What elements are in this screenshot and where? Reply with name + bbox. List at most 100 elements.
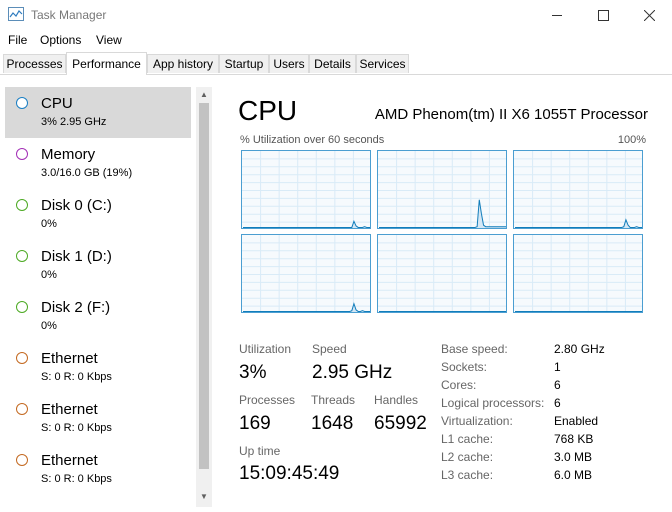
sidebar-item-title: Ethernet	[41, 401, 98, 418]
tab-startup[interactable]: Startup	[219, 54, 269, 73]
sidebar-item-subtitle: 0%	[41, 218, 57, 230]
handles-value: 65992	[374, 413, 427, 434]
resource-sidebar: CPU 3% 2.95 GHz Memory 3.0/16.0 GB (19%)…	[0, 85, 212, 512]
window-title: Task Manager	[31, 8, 107, 22]
ethernet-indicator-icon	[16, 352, 28, 364]
cpu-core-graph	[513, 150, 643, 229]
spec-value: 1	[554, 360, 561, 374]
tab-performance[interactable]: Performance	[66, 52, 147, 75]
cpu-core-graph	[377, 150, 507, 229]
tab-details[interactable]: Details	[309, 54, 356, 73]
handles-label: Handles	[374, 393, 419, 407]
threads-label: Threads	[311, 393, 356, 407]
utilization-line	[243, 302, 370, 312]
spec-label: Sockets:	[441, 360, 488, 374]
spec-value: 6.0 MB	[554, 468, 593, 482]
sidebar-item-subtitle: 3.0/16.0 GB (19%)	[41, 167, 133, 179]
disk-indicator-icon	[16, 199, 28, 211]
disk-indicator-icon	[16, 250, 28, 262]
ethernet-indicator-icon	[16, 454, 28, 466]
sidebar-item-subtitle: 0%	[41, 320, 57, 332]
utilization-line	[515, 218, 642, 228]
threads-value: 1648	[311, 413, 354, 434]
graph-canvas	[514, 151, 642, 228]
spec-label: Cores:	[441, 378, 477, 392]
processes-value: 169	[239, 413, 271, 434]
sidebar-item-subtitle: S: 0 R: 0 Kbps	[41, 422, 112, 434]
sidebar-item-memory[interactable]: Memory 3.0/16.0 GB (19%)	[5, 138, 191, 189]
spec-label: L2 cache:	[441, 450, 494, 464]
tab-bar: Processes Performance App history Startu…	[0, 52, 672, 75]
maximize-button[interactable]	[580, 0, 626, 30]
sidebar-item-subtitle: 0%	[41, 269, 57, 281]
cpu-core-graph	[241, 234, 371, 313]
spec-value: 3.0 MB	[554, 450, 593, 464]
sidebar-item-subtitle: S: 0 R: 0 Kbps	[41, 371, 112, 383]
sidebar-item-subtitle: S: 0 R: 0 Kbps	[41, 473, 112, 485]
spec-label: Logical processors:	[441, 396, 545, 410]
scroll-thumb[interactable]	[199, 103, 209, 469]
sidebar-item-title: Disk 1 (D:)	[41, 248, 112, 265]
spec-value: 6	[554, 378, 561, 392]
sidebar-item-title: Ethernet	[41, 452, 98, 469]
menu-options[interactable]: Options	[40, 33, 81, 47]
cpu-core-graph	[377, 234, 507, 313]
menu-file[interactable]: File	[8, 33, 27, 47]
sidebar-item-title: CPU	[41, 95, 73, 112]
spec-value: 768 KB	[554, 432, 594, 446]
sidebar-item-title: Disk 2 (F:)	[41, 299, 111, 316]
sidebar-item-subtitle: 3% 2.95 GHz	[41, 116, 107, 128]
menu-view[interactable]: View	[96, 33, 122, 47]
speed-value: 2.95 GHz	[312, 362, 393, 383]
close-button[interactable]	[626, 0, 672, 30]
spec-value: 6	[554, 396, 561, 410]
uptime-value: 15:09:45:49	[239, 463, 340, 484]
graph-caption: % Utilization over 60 seconds	[240, 134, 385, 146]
utilization-value: 3%	[239, 362, 267, 383]
utilization-line	[379, 199, 506, 228]
disk-indicator-icon	[16, 301, 28, 313]
graph-canvas	[378, 235, 506, 312]
sidebar-item-title: Ethernet	[41, 350, 98, 367]
graph-canvas	[514, 235, 642, 312]
sidebar-item-disk-0[interactable]: Disk 0 (C:) 0%	[5, 189, 191, 240]
menu-bar: File Options View	[0, 30, 672, 50]
graph-canvas	[378, 151, 506, 228]
sidebar-item-disk-2[interactable]: Disk 2 (F:) 0%	[5, 291, 191, 342]
spec-label: Virtualization:	[441, 414, 513, 428]
scroll-down-icon[interactable]: ▼	[200, 492, 208, 501]
tab-services[interactable]: Services	[356, 54, 409, 73]
sidebar-item-title: Memory	[41, 146, 96, 163]
spec-value: Enabled	[554, 414, 599, 428]
speed-label: Speed	[312, 342, 347, 356]
scroll-up-icon[interactable]: ▲	[200, 90, 208, 99]
task-manager-icon	[8, 7, 24, 21]
cpu-indicator-icon	[16, 97, 28, 109]
graph-canvas	[242, 151, 370, 228]
graph-max-label: 100%	[617, 134, 646, 146]
title-bar: Task Manager	[0, 0, 672, 30]
sidebar-item-ethernet-1[interactable]: Ethernet S: 0 R: 0 Kbps	[5, 342, 191, 393]
utilization-label: Utilization	[239, 342, 292, 356]
spec-label: L3 cache:	[441, 468, 494, 482]
spec-label: Base speed:	[441, 342, 508, 356]
processes-label: Processes	[239, 393, 296, 407]
sidebar-item-cpu[interactable]: CPU 3% 2.95 GHz	[5, 87, 191, 138]
cpu-core-graph	[513, 234, 643, 313]
sidebar-item-ethernet-2[interactable]: Ethernet S: 0 R: 0 Kbps	[5, 393, 191, 444]
uptime-label: Up time	[239, 444, 281, 458]
minimize-button[interactable]	[534, 0, 580, 30]
page-title: CPU	[238, 95, 298, 126]
sidebar-item-ethernet-3[interactable]: Ethernet S: 0 R: 0 Kbps	[5, 444, 191, 495]
sidebar-scrollbar[interactable]: ▲ ▼	[196, 87, 212, 507]
graph-canvas	[242, 235, 370, 312]
ethernet-indicator-icon	[16, 403, 28, 415]
sidebar-item-title: Disk 0 (C:)	[41, 197, 112, 214]
tab-processes[interactable]: Processes	[3, 54, 66, 73]
tab-app-history[interactable]: App history	[147, 54, 219, 73]
sidebar-item-disk-1[interactable]: Disk 1 (D:) 0%	[5, 240, 191, 291]
spec-label: L1 cache:	[441, 432, 494, 446]
cpu-core-graph	[241, 150, 371, 229]
tab-users[interactable]: Users	[269, 54, 309, 73]
memory-indicator-icon	[16, 148, 28, 160]
